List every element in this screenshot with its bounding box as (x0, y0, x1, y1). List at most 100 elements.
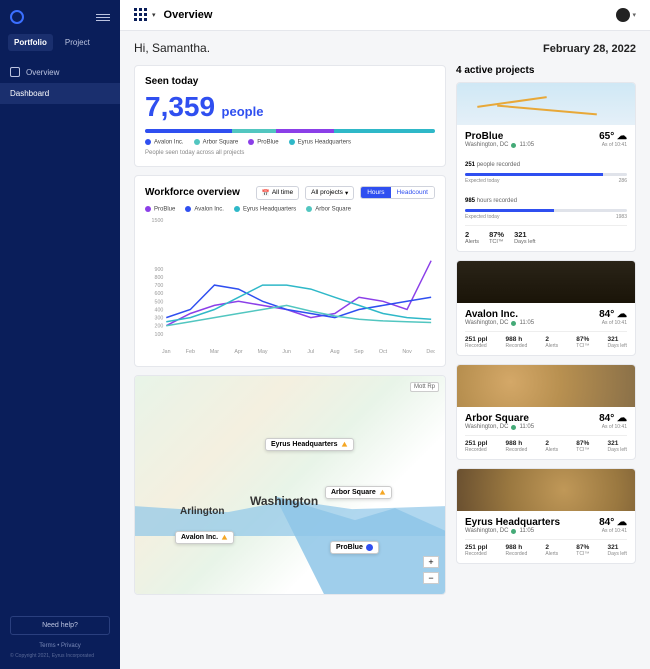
legend-item: Arbor Square (306, 206, 351, 213)
svg-text:Jun: Jun (282, 349, 291, 355)
svg-text:Sep: Sep (354, 349, 363, 355)
project-location: Washington, DC 11:05 (465, 528, 560, 534)
expected-value: 286 (619, 178, 627, 184)
project-stat: 2Alerts (545, 544, 558, 557)
zoom-in-button[interactable]: + (423, 556, 439, 568)
people-recorded: 251 people recorded (465, 162, 520, 168)
svg-text:Oct: Oct (379, 349, 388, 355)
user-menu-chevron-icon[interactable]: ▾ (632, 11, 636, 19)
legend-item: Arbor Square (194, 139, 239, 146)
legend-item: Eyrus Headquarters (289, 139, 351, 146)
chevron-down-icon[interactable]: ▾ (152, 11, 156, 19)
need-help-button[interactable]: Need help? (10, 616, 110, 635)
project-image (457, 469, 635, 511)
project-name: Eyrus Headquarters (465, 517, 560, 528)
project-temp-time: As of 10:41 (599, 142, 627, 148)
nav-dashboard[interactable]: Dashboard (0, 83, 120, 104)
project-card[interactable]: Avalon Inc.Washington, DC 11:0584° ☁As o… (456, 260, 636, 356)
project-stat: 87%TCI™ (489, 230, 504, 245)
map-pin-label: Arbor Square (331, 489, 376, 496)
tab-project[interactable]: Project (59, 34, 96, 51)
hours-toggle[interactable]: Hours (361, 187, 390, 198)
status-dot-icon (511, 529, 516, 534)
project-temp: 84° ☁ (599, 517, 627, 528)
project-image (457, 261, 635, 303)
zoom-out-button[interactable]: − (423, 572, 439, 584)
menu-icon[interactable] (96, 14, 110, 21)
copyright-text: © Copyright 2021, Eyrus Incorporated (10, 653, 110, 659)
project-temp: 84° ☁ (599, 309, 627, 320)
nav-overview[interactable]: Overview (0, 61, 120, 83)
legend-item: Eyrus Headquarters (234, 206, 296, 213)
map-pin[interactable]: Eyrus Headquarters (265, 438, 354, 451)
svg-text:Jan: Jan (162, 349, 171, 355)
headcount-toggle[interactable]: Headcount (391, 187, 434, 198)
svg-text:800: 800 (155, 275, 164, 281)
time-filter[interactable]: 📅 All time (256, 186, 299, 200)
avatar[interactable] (616, 8, 630, 22)
project-location: Washington, DC 11:05 (465, 320, 534, 326)
seen-today-unit: people (222, 104, 264, 119)
map-pin[interactable]: Arbor Square (325, 486, 392, 499)
svg-text:700: 700 (155, 283, 164, 289)
project-stat: 988 hRecorded (506, 440, 528, 453)
svg-text:Feb: Feb (186, 349, 195, 355)
home-icon (10, 67, 20, 77)
project-temp: 65° ☁ (599, 131, 627, 142)
seen-today-footnote: People seen today across all projects (145, 150, 435, 156)
tab-portfolio[interactable]: Portfolio (8, 34, 53, 51)
project-card[interactable]: ProBlueWashington, DC 11:05 65° ☁As of 10… (456, 82, 636, 252)
project-stat: 87%TCI™ (576, 544, 589, 557)
project-filter[interactable]: All projects ▾ (305, 186, 354, 200)
project-temp-time: As of 10:41 (599, 528, 627, 534)
project-image (457, 83, 635, 125)
project-temp: 84° ☁ (599, 413, 627, 424)
project-stat: 988 hRecorded (506, 336, 528, 349)
map-label-arlington: Arlington (180, 506, 224, 517)
svg-text:Dec: Dec (426, 349, 435, 355)
svg-text:Apr: Apr (234, 349, 242, 355)
map-pin[interactable]: ProBlue (330, 541, 379, 554)
svg-text:Aug: Aug (330, 349, 339, 355)
svg-text:May: May (258, 349, 268, 355)
project-stat: 87%TCI™ (576, 440, 589, 453)
nav-overview-label: Overview (26, 68, 59, 77)
project-name: ProBlue (465, 131, 534, 142)
svg-text:400: 400 (155, 308, 164, 314)
topbar: ▾ Overview ▾ (120, 0, 650, 31)
svg-text:Mar: Mar (210, 349, 219, 355)
status-dot-icon (511, 321, 516, 326)
footer-links[interactable]: Terms • Privacy (10, 643, 110, 649)
project-name: Avalon Inc. (465, 309, 534, 320)
project-card[interactable]: Eyrus HeadquartersWashington, DC 11:05 84… (456, 468, 636, 564)
expected-label: Expected today (465, 214, 499, 220)
svg-text:1500: 1500 (152, 218, 164, 224)
workforce-legend: ProBlueAvalon Inc.Eyrus HeadquartersArbo… (145, 206, 435, 213)
project-stat: 2Alerts (465, 230, 479, 245)
project-filter-label: All projects (311, 189, 343, 196)
legend-item: Avalon Inc. (145, 139, 184, 146)
map-pin-label: Eyrus Headquarters (271, 441, 338, 448)
svg-text:Jul: Jul (307, 349, 314, 355)
greeting-text: Hi, Samantha. (134, 41, 210, 55)
hours-recorded: 985 hours recorded (465, 198, 517, 204)
project-card[interactable]: Arbor SquareWashington, DC 11:0584° ☁As … (456, 364, 636, 460)
project-location: Washington, DC 11:05 (465, 142, 534, 148)
map-attribution: Mott Rp (410, 382, 439, 392)
seen-today-value: 7,359 (145, 91, 215, 122)
map-card[interactable]: Mott Rp Washington Arlington Eyrus Headq… (134, 375, 446, 595)
project-stat: 321Days left (608, 544, 627, 557)
map-pin[interactable]: Avalon Inc. (175, 531, 234, 544)
seen-today-card: Seen today 7,359 people Avalon Inc.Arbor… (134, 65, 446, 167)
grid-icon[interactable] (134, 8, 148, 22)
workforce-title: Workforce overview (145, 187, 240, 198)
project-temp-time: As of 10:41 (599, 424, 627, 430)
project-stat: 251 pplRecorded (465, 440, 487, 453)
project-stat: 988 hRecorded (506, 544, 528, 557)
project-stat: 2Alerts (545, 440, 558, 453)
project-image (457, 365, 635, 407)
legend-item: ProBlue (145, 206, 175, 213)
svg-text:600: 600 (155, 291, 164, 297)
svg-text:300: 300 (155, 316, 164, 322)
project-stat: 321Days left (608, 440, 627, 453)
